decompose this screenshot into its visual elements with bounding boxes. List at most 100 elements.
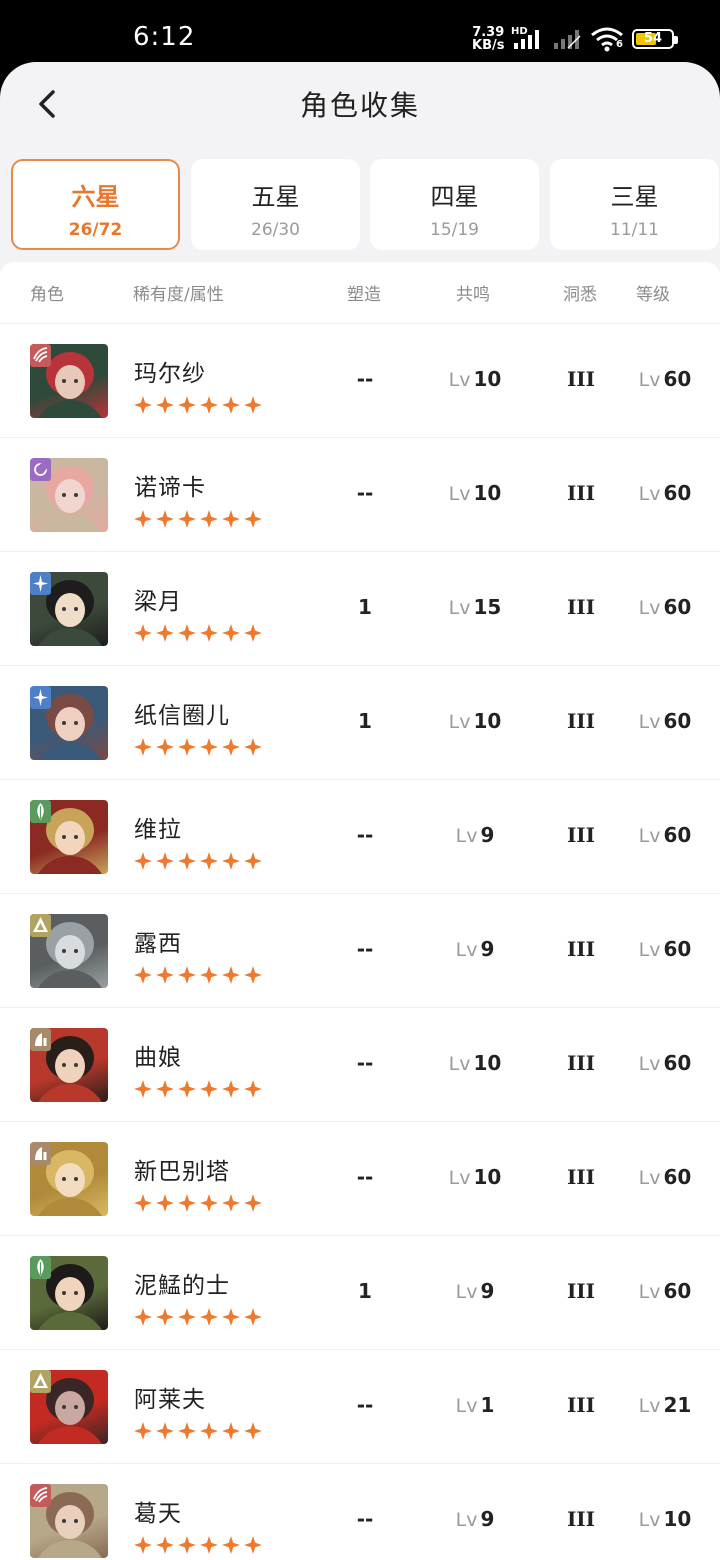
tab-label: 三星 [610, 183, 659, 211]
star-icon [222, 852, 240, 870]
star-icon [244, 396, 262, 414]
tab-six-star[interactable]: 六星 26/72 [11, 159, 180, 250]
star-icon [244, 624, 262, 642]
star-icon [134, 1308, 152, 1326]
column-insight: 洞悉 [563, 285, 597, 305]
level-value: 60 [663, 1051, 692, 1075]
star-icon [244, 966, 262, 984]
star-icon [200, 738, 218, 756]
mold-value: -- [356, 481, 374, 505]
character-portrait [30, 572, 108, 646]
mineral-icon [30, 914, 51, 937]
star-icon [178, 624, 196, 642]
lv-prefix: Lv [448, 1053, 471, 1075]
rarity-stars [134, 396, 262, 414]
table-row[interactable]: 曲娘 -- Lv 10 III Lv 60 [0, 1008, 720, 1122]
star-icon [200, 966, 218, 984]
tab-four-star[interactable]: 四星 15/19 [370, 159, 539, 250]
star-icon [222, 510, 240, 528]
star-moon-icon [30, 458, 51, 481]
star-icon [156, 510, 174, 528]
resonance-level: Lv 10 [425, 1051, 525, 1075]
star-icon [134, 966, 152, 984]
level-value: 60 [663, 481, 692, 505]
star-icon [244, 510, 262, 528]
resonance-level: Lv 9 [425, 1279, 525, 1303]
resonance-level: Lv 10 [425, 481, 525, 505]
resonance-level: Lv 9 [425, 937, 525, 961]
table-row[interactable]: 诺谛卡 -- Lv 10 III Lv 60 [0, 438, 720, 552]
table-row[interactable]: 玛尔纱 -- Lv 10 III Lv 60 [0, 324, 720, 438]
insight-value: III [566, 595, 596, 619]
lv-prefix: Lv [455, 1509, 478, 1531]
table-row[interactable]: 泥鯭的士 1 Lv 9 III Lv 60 [0, 1236, 720, 1350]
mold-value: -- [356, 1507, 374, 1531]
lv-prefix: Lv [455, 825, 478, 847]
star-icon [134, 510, 152, 528]
star-icon [200, 1080, 218, 1098]
star-icon [178, 1080, 196, 1098]
mold-value: 1 [358, 709, 372, 733]
star-icon [134, 738, 152, 756]
star-icon [222, 1194, 240, 1212]
table-row[interactable]: 梁月 1 Lv 15 III Lv 60 [0, 552, 720, 666]
table-row[interactable]: 新巴别塔 -- Lv 10 III Lv 60 [0, 1122, 720, 1236]
tab-label: 五星 [251, 183, 300, 211]
mold-value: -- [356, 1393, 374, 1417]
insight-value: III [566, 1051, 596, 1075]
rarity-stars [134, 1536, 262, 1554]
table-row[interactable]: 葛天 -- Lv 9 III Lv 10 [0, 1464, 720, 1560]
star-icon [222, 396, 240, 414]
table-row[interactable]: 维拉 -- Lv 9 III Lv 60 [0, 780, 720, 894]
tab-three-star[interactable]: 三星 11/11 [550, 159, 719, 250]
character-name: 新巴别塔 [134, 1159, 230, 1185]
character-portrait [30, 686, 108, 760]
character-level: Lv 60 [615, 595, 715, 619]
insight-value: III [566, 481, 596, 505]
table-row[interactable]: 阿莱夫 -- Lv 1 III Lv 21 [0, 1350, 720, 1464]
insight-value: III [566, 823, 596, 847]
star-icon [200, 1422, 218, 1440]
star-icon [244, 1536, 262, 1554]
status-time: 6:12 [133, 22, 196, 52]
character-name: 葛天 [134, 1501, 182, 1527]
star-icon [156, 396, 174, 414]
star-icon [156, 1194, 174, 1212]
star-icon [222, 738, 240, 756]
mold-value: -- [356, 1051, 374, 1075]
level-value: 60 [663, 1165, 692, 1189]
tab-count: 15/19 [430, 220, 479, 240]
resonance-level: Lv 1 [425, 1393, 525, 1417]
mold-value: -- [356, 367, 374, 391]
character-portrait [30, 344, 108, 418]
character-portrait [30, 914, 108, 988]
mold-value: -- [356, 1165, 374, 1189]
character-table: 角色 稀有度/属性 塑造 共鸣 洞悉 等级 玛尔纱 -- Lv 10 III Lv… [0, 262, 720, 1560]
character-portrait [30, 800, 108, 874]
battery-level: 54 [643, 31, 663, 46]
star-icon [134, 1422, 152, 1440]
mineral-icon [30, 1370, 51, 1393]
character-name: 梁月 [134, 589, 182, 615]
star-icon [178, 966, 196, 984]
resonance-value: 10 [473, 481, 502, 505]
resonance-value: 1 [480, 1393, 495, 1417]
star-icon [200, 1308, 218, 1326]
table-row[interactable]: 露西 -- Lv 9 III Lv 60 [0, 894, 720, 1008]
star-icon [156, 1422, 174, 1440]
character-name: 诺谛卡 [134, 475, 206, 501]
star-icon [134, 852, 152, 870]
rarity-stars [134, 1308, 262, 1326]
lv-prefix: Lv [638, 483, 661, 505]
star-icon [178, 738, 196, 756]
level-value: 60 [663, 823, 692, 847]
star-icon [244, 1194, 262, 1212]
star-icon [156, 1536, 174, 1554]
table-row[interactable]: 纸信圈儿 1 Lv 10 III Lv 60 [0, 666, 720, 780]
tab-count: 26/72 [68, 220, 123, 240]
column-resonance: 共鸣 [456, 285, 490, 305]
page-title: 角色收集 [299, 89, 420, 122]
tab-five-star[interactable]: 五星 26/30 [191, 159, 360, 250]
lv-prefix: Lv [448, 597, 471, 619]
tab-label: 四星 [430, 183, 479, 211]
